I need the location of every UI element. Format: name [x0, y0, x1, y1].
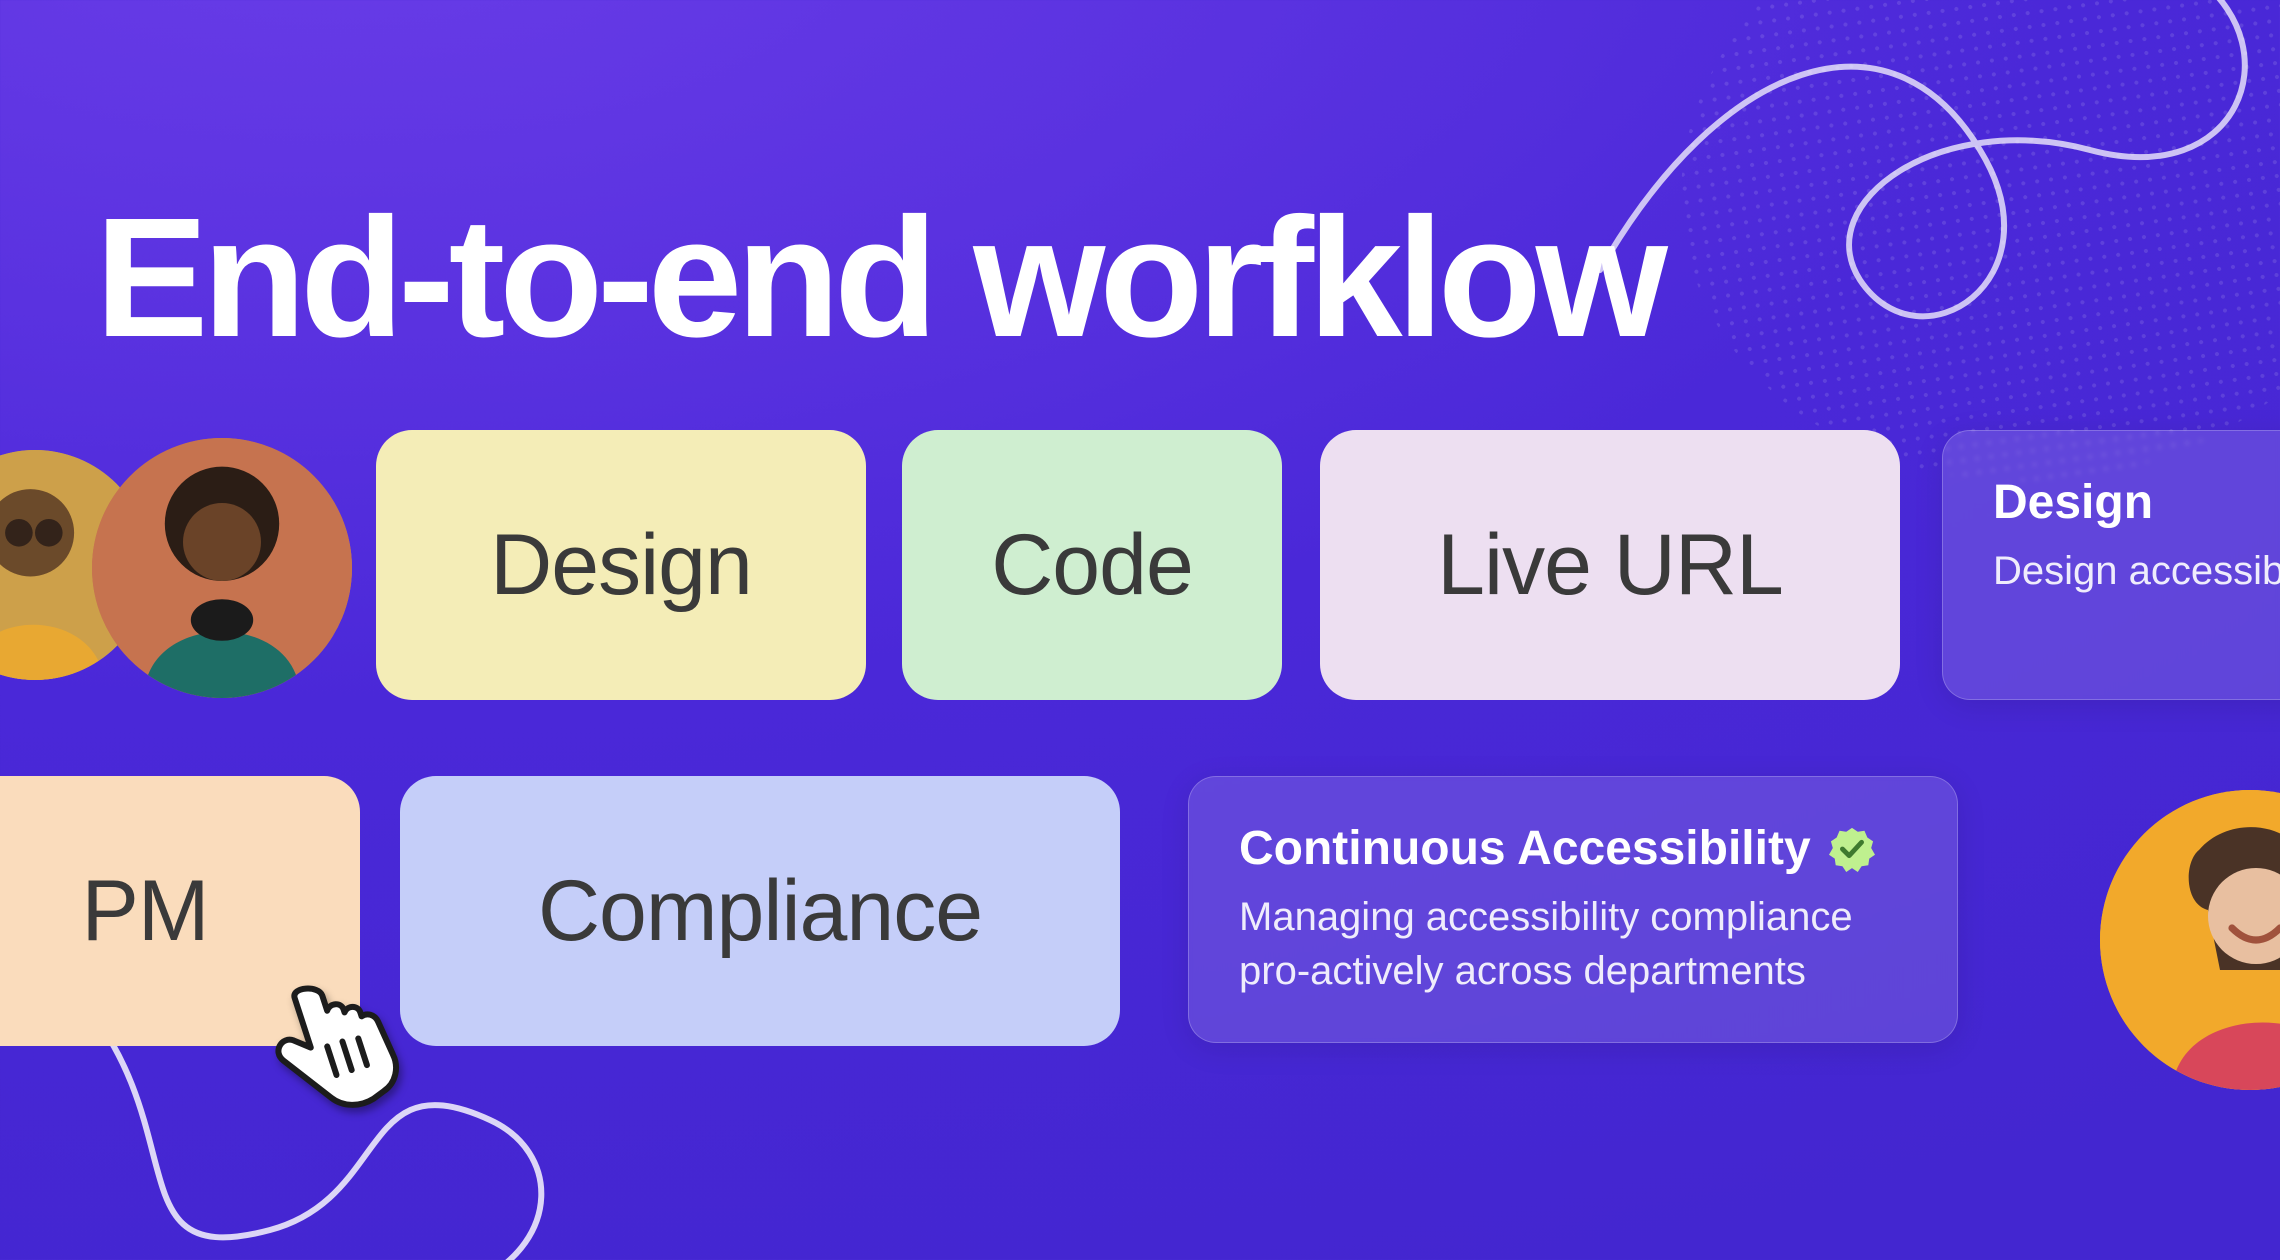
card-compliance[interactable]: Compliance [400, 776, 1120, 1046]
panel-heading: Continuous Accessibility [1239, 821, 1811, 876]
panel-continuous-accessibility: Continuous Accessibility Managing access… [1188, 776, 1958, 1043]
card-design[interactable]: Design [376, 430, 866, 700]
card-pm[interactable]: PM [0, 776, 360, 1046]
panel-body: Managing accessibility compliance pro-ac… [1239, 890, 1907, 998]
panel-design: Design Design accessib [1942, 430, 2280, 700]
avatar [92, 438, 352, 698]
panel-heading: Design [1993, 475, 2280, 530]
card-label: Design [490, 516, 752, 615]
card-label: PM [82, 862, 209, 961]
card-label: Compliance [538, 862, 982, 961]
panel-body: Design accessib [1993, 544, 2280, 598]
avatar [2100, 790, 2280, 1090]
card-label: Live URL [1437, 516, 1783, 615]
decorative-squiggle-top [1560, 0, 2280, 460]
card-live-url[interactable]: Live URL [1320, 430, 1900, 700]
card-code[interactable]: Code [902, 430, 1282, 700]
card-label: Code [991, 516, 1193, 615]
page-title: End-to-end worfklow [95, 180, 1662, 376]
verified-badge-icon [1829, 826, 1875, 872]
